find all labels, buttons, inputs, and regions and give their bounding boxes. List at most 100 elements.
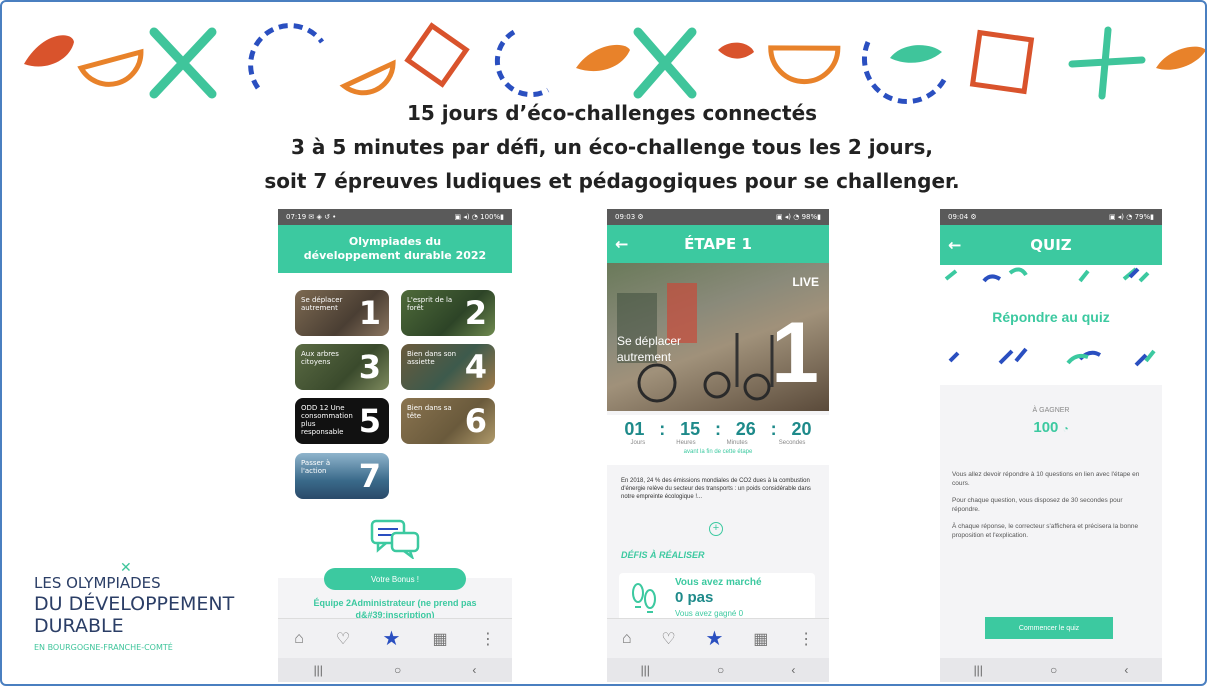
stage-tile-number: 4 bbox=[464, 348, 487, 386]
calendar-icon[interactable]: ▦ bbox=[433, 629, 448, 649]
walk-card[interactable]: Vous avez marché 0 pas Vous avez gagné 0 bbox=[619, 573, 815, 623]
stage-tile-label: Bien dans son assiette bbox=[407, 350, 457, 366]
countdown-unit: Minutes bbox=[726, 440, 748, 446]
headline-line-3: soit 7 épreuves ludiques et pédagogiques… bbox=[264, 169, 960, 193]
x-shape bbox=[149, 27, 217, 99]
live-badge: LIVE bbox=[792, 275, 819, 289]
logo-line-2: DU DÉVELOPPEMENT bbox=[34, 593, 235, 615]
recent-apps-icon[interactable]: ||| bbox=[314, 663, 323, 677]
app-header: ← QUIZ bbox=[940, 225, 1162, 265]
stage-tile-4[interactable]: Bien dans son assiette 4 bbox=[401, 344, 495, 390]
buildings-icon[interactable]: ⌂ bbox=[622, 630, 632, 648]
expand-icon[interactable]: + bbox=[709, 522, 723, 536]
points-number: 100 bbox=[1033, 419, 1059, 436]
headline: 15 jours d’éco-challenges connectés 3 à … bbox=[202, 96, 1022, 198]
stage-tile-label: Se déplacer autrement bbox=[301, 296, 343, 312]
olympiades-logo: ✕ LES OLYMPIADES DU DÉVELOPPEMENT DURABL… bbox=[34, 560, 235, 655]
system-nav: ||| ○ ‹ bbox=[278, 658, 512, 682]
more-icon[interactable]: ⋮ bbox=[798, 629, 814, 649]
star-icon[interactable]: ★ bbox=[705, 626, 723, 651]
recent-apps-icon[interactable]: ||| bbox=[641, 663, 650, 677]
app-title: Olympiades du développement durable 2022 bbox=[303, 235, 487, 262]
back-nav-icon[interactable]: ‹ bbox=[1124, 663, 1128, 677]
headline-line-1: 15 jours d’éco-challenges connectés bbox=[406, 101, 818, 125]
bottom-nav: ⌂ ♡ ★ ▦ ⋮ bbox=[607, 618, 829, 658]
system-nav: ||| ○ ‹ bbox=[940, 658, 1162, 682]
back-arrow-icon[interactable]: ← bbox=[615, 235, 628, 254]
countdown-caption: avant la fin de cette étape bbox=[683, 449, 753, 455]
back-nav-icon[interactable]: ‹ bbox=[791, 663, 795, 677]
countdown-unit: Heures bbox=[676, 440, 696, 446]
stage-tile-label: Aux arbres citoyens bbox=[301, 350, 339, 366]
countdown-separator: : bbox=[770, 419, 777, 439]
chat-bubbles-icon bbox=[370, 519, 420, 559]
hero-text: Se déplacer autrement bbox=[617, 334, 682, 364]
square-shape bbox=[969, 29, 1035, 95]
stage-tile-number: 2 bbox=[464, 294, 487, 332]
logo-line-4: EN BOURGOGNE-FRANCHE-COMTÉ bbox=[34, 643, 173, 652]
stage-tile-number: 6 bbox=[464, 402, 487, 440]
countdown: 01 : 15 : 26 : 20 Jours Heures Minutes S… bbox=[607, 415, 829, 465]
countdown-seconds: 20 bbox=[791, 419, 812, 439]
leaf-shape bbox=[890, 45, 942, 63]
walk-title: Vous avez marché bbox=[675, 577, 762, 588]
stage-tile-label: L'esprit de la forêt bbox=[407, 296, 453, 312]
leaf-shape bbox=[718, 42, 754, 59]
stage-tile-label: Passer à l'action bbox=[301, 459, 331, 475]
quiz-rule-1: Vous allez devoir répondre à 10 question… bbox=[952, 471, 1140, 487]
countdown-hours: 15 bbox=[680, 419, 701, 439]
leaf-shape bbox=[24, 35, 74, 67]
back-arrow-icon[interactable]: ← bbox=[948, 236, 961, 255]
countdown-separator: : bbox=[659, 419, 666, 439]
stage-tile-6[interactable]: Bien dans sa tête 6 bbox=[401, 398, 495, 444]
banner-title: Répondre au quiz bbox=[992, 309, 1110, 325]
buildings-icon[interactable]: ⌂ bbox=[294, 630, 304, 648]
stage-tile-7[interactable]: Passer à l'action 7 bbox=[295, 453, 389, 499]
status-bar: 07:19 ✉ ◈ ↺ • ▣ ◂) ◔ 100%▮ bbox=[278, 209, 512, 225]
section-title: DÉFIS À RÉALISER bbox=[621, 550, 705, 560]
start-quiz-label: Commencer le quiz bbox=[1018, 624, 1080, 632]
quiz-rules: Vous allez devoir répondre à 10 question… bbox=[952, 471, 1150, 540]
stage-description: En 2018, 24 % des émissions mondiales de… bbox=[621, 478, 811, 500]
status-icons: ▣ ◂) ◔ 79%▮ bbox=[1108, 213, 1154, 221]
recent-apps-icon[interactable]: ||| bbox=[974, 663, 983, 677]
slide: 15 jours d’éco-challenges connectés 3 à … bbox=[0, 0, 1207, 686]
quiz-rule-2: Pour chaque question, vous disposez de 3… bbox=[952, 497, 1123, 513]
logo-line-3: DURABLE bbox=[34, 615, 124, 637]
stage-tile-number: 7 bbox=[358, 457, 381, 495]
stage-tile-number: 1 bbox=[358, 294, 381, 332]
phone-screen-home: 07:19 ✉ ◈ ↺ • ▣ ◂) ◔ 100%▮ Olympiades du… bbox=[278, 209, 512, 682]
countdown-unit: Jours bbox=[630, 440, 646, 446]
app-header: Olympiades du développement durable 2022 bbox=[278, 225, 512, 273]
heart-icon[interactable]: ♡ bbox=[661, 629, 675, 649]
stage-tile-5[interactable]: ODD 12 Une consommation plus responsable… bbox=[295, 398, 389, 444]
home-icon[interactable]: ○ bbox=[717, 663, 724, 677]
countdown-days: 01 bbox=[624, 419, 645, 439]
app-header: ← ÉTAPE 1 bbox=[607, 225, 829, 263]
more-icon[interactable]: ⋮ bbox=[480, 629, 496, 649]
countdown-separator: : bbox=[714, 419, 721, 439]
start-quiz-button[interactable]: Commencer le quiz bbox=[985, 617, 1113, 639]
app-title: ÉTAPE 1 bbox=[684, 235, 752, 253]
stage-tile-2[interactable]: L'esprit de la forêt 2 bbox=[401, 290, 495, 336]
stage-tile-label: Bien dans sa tête bbox=[407, 404, 452, 420]
hero-image: LIVE Se déplacer autrement 1 bbox=[607, 263, 829, 411]
stage-tile-label: ODD 12 Une consommation plus responsable bbox=[301, 404, 353, 436]
quiz-banner: Répondre au quiz bbox=[940, 265, 1162, 385]
bottom-nav: ⌂ ♡ ★ ▦ ⋮ bbox=[278, 618, 512, 658]
square-shape bbox=[404, 22, 470, 88]
status-icons: ▣ ◂) ◔ 100%▮ bbox=[454, 213, 504, 221]
stage-grid: Se déplacer autrement 1 L'esprit de la f… bbox=[278, 273, 512, 578]
home-icon[interactable]: ○ bbox=[1050, 663, 1057, 677]
logo-star-icon: ✕ bbox=[120, 560, 132, 576]
leaf-shape bbox=[1156, 46, 1205, 70]
heart-icon[interactable]: ♡ bbox=[336, 629, 350, 649]
back-nav-icon[interactable]: ‹ bbox=[472, 663, 476, 677]
calendar-icon[interactable]: ▦ bbox=[753, 629, 768, 649]
stage-tile-1[interactable]: Se déplacer autrement 1 bbox=[295, 290, 389, 336]
home-icon[interactable]: ○ bbox=[394, 663, 401, 677]
points-label: À GAGNER bbox=[1032, 407, 1070, 414]
bonus-button[interactable]: Votre Bonus ! bbox=[324, 568, 466, 590]
stage-tile-3[interactable]: Aux arbres citoyens 3 bbox=[295, 344, 389, 390]
star-icon[interactable]: ★ bbox=[382, 626, 400, 651]
